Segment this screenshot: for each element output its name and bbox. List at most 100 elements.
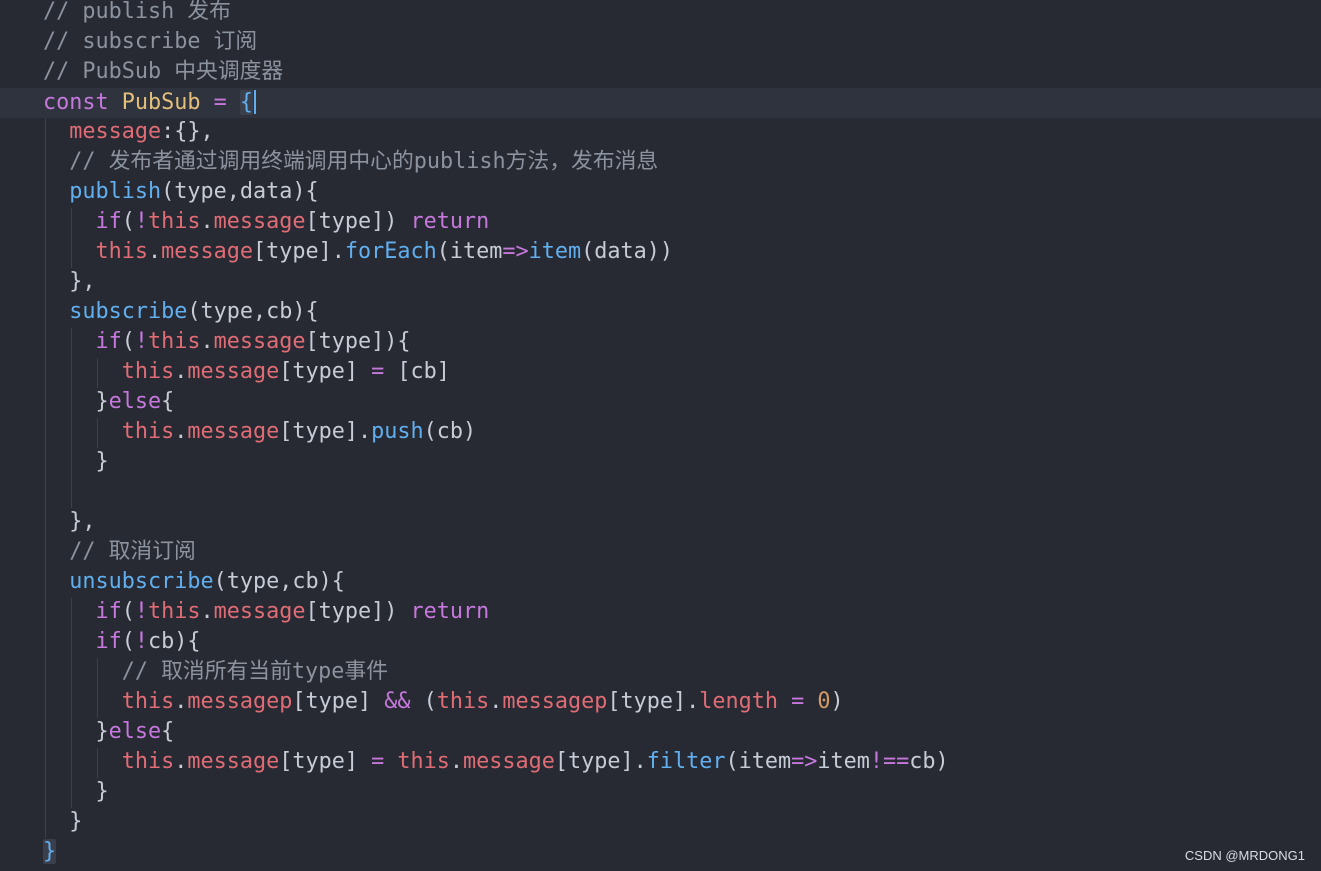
code-line[interactable]: // PubSub 中央调度器 (43, 60, 949, 90)
code-token-plain: } (43, 779, 109, 804)
code-token-func: item (528, 239, 582, 264)
code-token-prop: messagep (187, 689, 293, 714)
code-line[interactable]: const PubSub = { (43, 90, 949, 120)
code-token-plain: ( (121, 599, 135, 624)
code-token-keyword: const (43, 90, 122, 115)
code-token-comment: // 取消订阅 (69, 539, 196, 564)
code-line[interactable]: } (43, 810, 949, 840)
code-token-prop: message (213, 329, 306, 354)
code-token-prop: this (148, 599, 201, 624)
code-token-plain: . (489, 689, 503, 714)
code-line[interactable]: if(!cb){ (43, 630, 949, 660)
code-token-plain: (item (725, 749, 792, 774)
code-line[interactable]: subscribe(type,cb){ (43, 300, 949, 330)
code-line[interactable]: } (43, 839, 949, 870)
code-token-comment: // subscribe 订阅 (43, 29, 258, 54)
code-token-plain: }, (43, 269, 96, 294)
code-line[interactable]: if(!this.message[type]) return (43, 210, 949, 240)
code-token-op: = (791, 689, 805, 714)
code-token-plain: [type] (279, 359, 372, 384)
code-token-plain: . (174, 689, 188, 714)
code-token-func: unsubscribe (69, 569, 214, 594)
code-token-plain: ( (410, 689, 437, 714)
code-token-keyword: if (95, 329, 122, 354)
code-token-comment: // 发布者通过调用终端调用中心的publish方法，发布消息 (69, 149, 659, 174)
code-token-plain: ( (121, 629, 135, 654)
code-line[interactable]: if(!this.message[type]) return (43, 600, 949, 630)
code-line[interactable]: // 取消所有当前type事件 (43, 660, 949, 690)
code-line[interactable]: // subscribe 订阅 (43, 30, 949, 60)
code-token-plain: . (174, 749, 188, 774)
code-token-prop: message (213, 599, 306, 624)
code-token-prop: message (187, 749, 280, 774)
code-line[interactable]: unsubscribe(type,cb){ (43, 570, 949, 600)
code-token-op: !== (869, 749, 910, 774)
code-token-prop: this (148, 209, 201, 234)
code-line[interactable] (43, 480, 949, 510)
code-token-op: ! (134, 599, 148, 624)
code-token-plain: . (200, 209, 214, 234)
code-line[interactable]: }, (43, 510, 949, 540)
code-token-plain: } (43, 449, 109, 474)
code-token-plain: (type,cb){ (213, 569, 345, 594)
code-line[interactable]: this.message[type] = [cb] (43, 360, 949, 390)
code-token-prop: this (95, 239, 149, 264)
code-token-plain: (type,data){ (161, 179, 319, 204)
code-token-comment: // publish 发布 (43, 0, 231, 24)
code-token-keyword: if (95, 599, 122, 624)
code-line[interactable]: message:{}, (43, 120, 949, 150)
code-token-prop: this (121, 749, 175, 774)
code-line[interactable]: }else{ (43, 720, 949, 750)
code-token-punct: :{}, (161, 119, 214, 144)
code-token-comment: // 取消所有当前type事件 (121, 659, 388, 684)
code-line[interactable]: this.message[type].forEach(item=>item(da… (43, 240, 949, 270)
code-line[interactable]: this.message[type] = this.message[type].… (43, 750, 949, 780)
code-line[interactable]: } (43, 450, 949, 480)
code-token-plain: (type,cb){ (187, 299, 319, 324)
code-line[interactable]: // 发布者通过调用终端调用中心的publish方法，发布消息 (43, 150, 949, 180)
code-line[interactable]: this.message[type].push(cb) (43, 420, 949, 450)
code-token-func: publish (69, 179, 162, 204)
code-line[interactable]: // 取消订阅 (43, 540, 949, 570)
code-token-op: = (371, 359, 385, 384)
code-token-prop: messagep (502, 689, 608, 714)
code-line[interactable]: // publish 发布 (43, 0, 949, 30)
code-editor[interactable]: // publish 发布 // subscribe 订阅 // PubSub 中央… (0, 0, 1321, 871)
code-line[interactable]: }, (43, 270, 949, 300)
code-token-plain: ( (121, 209, 135, 234)
code-token-plain: } (43, 719, 109, 744)
code-token-func: forEach (344, 239, 437, 264)
code-line[interactable]: if(!this.message[type]){ (43, 330, 949, 360)
code-token-op: ! (134, 209, 148, 234)
code-token-bracket-hl: { (239, 90, 253, 115)
code-token-plain: [cb] (384, 359, 450, 384)
code-token-keyword: else (108, 719, 162, 744)
code-token-plain: [type] (279, 749, 372, 774)
watermark: CSDN @MRDONG1 (1184, 848, 1305, 863)
code-token-prop: message (463, 749, 555, 774)
code-token-plain: [type] (292, 689, 385, 714)
code-token-plain: [type]. (279, 419, 372, 444)
code-token-plain: item (817, 749, 870, 774)
code-line[interactable]: this.messagep[type] && (this.messagep[ty… (43, 690, 949, 720)
code-token-keyword: if (95, 209, 122, 234)
code-token-prop: message (187, 419, 280, 444)
code-line[interactable]: publish(type,data){ (43, 180, 949, 210)
code-token-plain: . (200, 329, 214, 354)
code-line[interactable]: }else{ (43, 390, 949, 420)
code-line[interactable]: } (43, 780, 949, 810)
code-content[interactable]: // publish 发布 // subscribe 订阅 // PubSub 中央… (43, 0, 949, 870)
